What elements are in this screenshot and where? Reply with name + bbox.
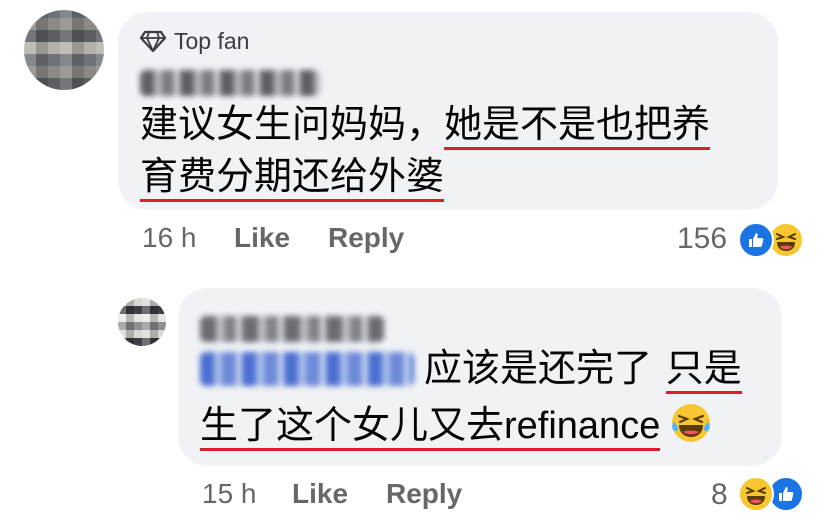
commenter-avatar[interactable] (24, 10, 104, 90)
top-fan-badge: Top fan (140, 28, 249, 54)
reply-timestamp[interactable]: 15 h (202, 478, 257, 510)
commenter-name-blurred[interactable] (140, 70, 320, 96)
comment-text-line-2: 育费分期还给外婆 (140, 154, 445, 202)
replier-avatar[interactable] (118, 298, 166, 346)
reply-reaction-count[interactable]: 8 (711, 478, 728, 512)
comment-reaction-count[interactable]: 156 (677, 222, 727, 256)
diamond-icon (140, 30, 166, 53)
reply-like-button[interactable]: Like (292, 478, 348, 510)
comment-text-underlined-2: 育费分期还给外婆 (140, 156, 445, 202)
reply-text-line-2: 生了这个女儿又去refinance (200, 402, 712, 451)
reply-text-underlined-1: 只是 (665, 348, 742, 394)
reply-reply-button[interactable]: Reply (386, 478, 462, 510)
haha-reaction-icon[interactable] (738, 476, 774, 512)
reply-text-plain: 应该是还完了 (424, 348, 653, 390)
mentioned-user-tag-blurred[interactable] (200, 352, 414, 386)
laughing-tears-emoji-icon (672, 404, 711, 442)
comment-timestamp[interactable]: 16 h (142, 222, 197, 254)
replier-name-blurred[interactable] (200, 316, 384, 342)
reply-text-line-1: 应该是还完了 只是 (424, 346, 742, 394)
comment-text-line-1: 建议女生问妈妈，她是不是也把养 (140, 102, 711, 150)
reply-text-underlined-2: 生了这个女儿又去refinance (200, 405, 661, 451)
comment-reply-button[interactable]: Reply (328, 222, 404, 254)
top-fan-label: Top fan (174, 27, 250, 54)
comment-text-underlined-1: 她是不是也把养 (444, 104, 711, 150)
comment-text-plain: 建议女生问妈妈， (140, 104, 445, 146)
comment-like-button[interactable]: Like (234, 222, 290, 254)
like-reaction-icon[interactable] (738, 222, 774, 258)
